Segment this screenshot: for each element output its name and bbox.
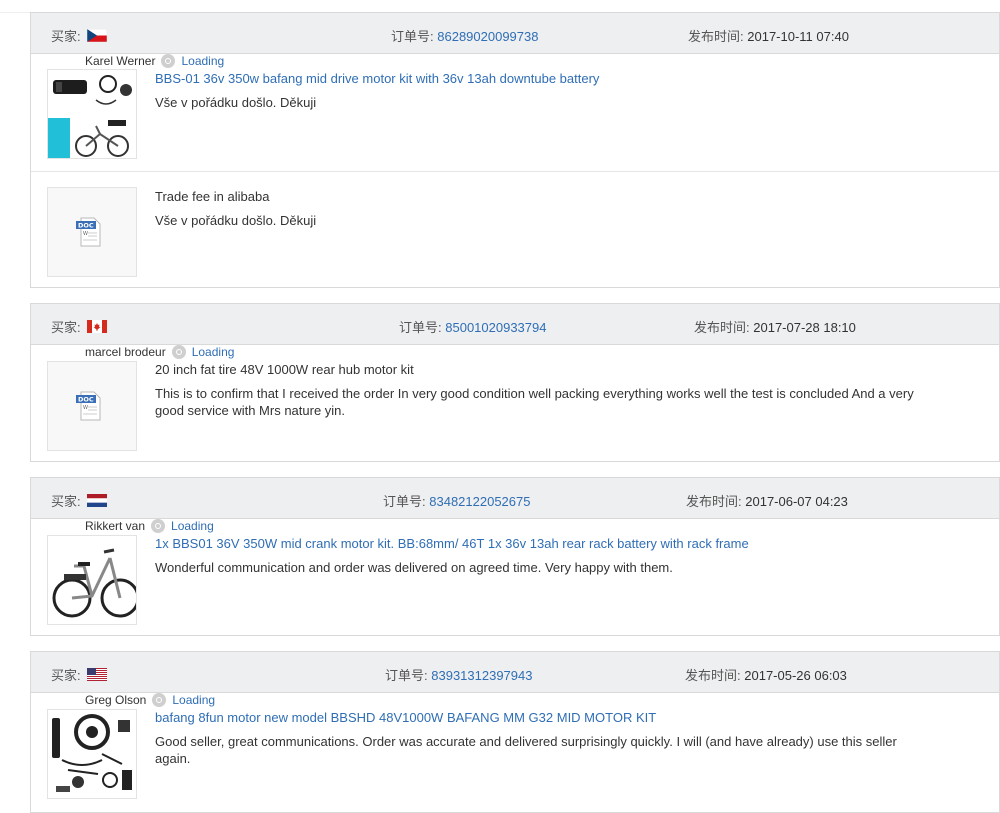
- order-number-link[interactable]: 86289020099738: [437, 29, 538, 44]
- flag-netherlands-icon: [86, 494, 107, 507]
- loading-icon: [151, 519, 166, 533]
- publish-time-label: 发布时间:: [685, 668, 741, 683]
- review-card: 买家: 订单号: 85001020933794 发布时间: 2017-07-28…: [30, 303, 1000, 462]
- doc-icon-label: DOC: [78, 396, 94, 404]
- publish-time-field: 发布时间: 2017-05-26 06:03: [685, 665, 847, 684]
- flag-czech-icon: [86, 28, 107, 43]
- document-thumbnail[interactable]: DOC W: [47, 361, 137, 451]
- buyer-label: 买家:: [51, 668, 81, 683]
- doc-file-icon: DOC W: [76, 391, 101, 421]
- flag-usa-icon: [86, 668, 107, 681]
- publish-time-label: 发布时间:: [694, 320, 750, 335]
- order-number-field: 订单号: 86289020099738: [391, 26, 538, 45]
- reviewer-name: Rikkert van: [85, 519, 146, 533]
- reviewer-name: marcel brodeur: [85, 345, 166, 359]
- review-comment: Vše v pořádku došlo. Děkuji: [155, 95, 317, 110]
- publish-time-label: 发布时间:: [686, 494, 742, 509]
- buyer-label: 买家:: [51, 320, 81, 335]
- loading-link[interactable]: Loading: [192, 345, 235, 359]
- publish-time-field: 发布时间: 2017-10-11 07:40: [688, 26, 849, 45]
- review-item: marcel brodeur Loading DOC W 20 inch fat…: [31, 345, 999, 461]
- order-number-field: 订单号: 85001020933794: [399, 317, 546, 336]
- product-title: 20 inch fat tire 48V 1000W rear hub moto…: [155, 362, 414, 377]
- publish-time-field: 发布时间: 2017-06-07 04:23: [686, 491, 848, 510]
- document-thumbnail[interactable]: DOC W: [47, 187, 137, 277]
- review-header: 买家: 订单号: 83482122052675 发布时间: 2017-06-07…: [31, 478, 999, 519]
- product-thumbnail[interactable]: [47, 535, 137, 625]
- order-number-label: 订单号:: [399, 320, 442, 335]
- flag-canada-icon: [86, 320, 107, 333]
- product-title: Trade fee in alibaba: [155, 189, 270, 204]
- publish-time-field: 发布时间: 2017-07-28 18:10: [694, 317, 856, 336]
- review-item: DOC W Trade fee in alibaba Vše v pořádku…: [31, 171, 999, 287]
- order-number-link[interactable]: 83482122052675: [429, 494, 530, 509]
- reviewer-name: Greg Olson: [85, 693, 147, 707]
- product-thumbnail[interactable]: [47, 709, 137, 799]
- reviewer-info: Greg Olson Loading: [85, 693, 215, 707]
- product-title-link[interactable]: bafang 8fun motor new model BBSHD 48V100…: [155, 710, 656, 725]
- publish-time-value: 2017-07-28 18:10: [753, 320, 856, 335]
- reviewer-info: Karel Werner Loading: [85, 54, 224, 68]
- review-card: 买家: 订单号: 86289020099738 发布时间: 2017-10-11…: [30, 12, 1000, 288]
- reviewer-name: Karel Werner: [85, 54, 156, 68]
- doc-icon-label: DOC: [78, 222, 94, 230]
- svg-text:W: W: [83, 231, 88, 237]
- order-number-field: 订单号: 83931312397943: [385, 665, 532, 684]
- order-number-label: 订单号:: [383, 494, 426, 509]
- loading-link[interactable]: Loading: [172, 693, 215, 707]
- review-header: 买家: 订单号: 85001020933794 发布时间: 2017-07-28…: [31, 304, 999, 345]
- review-header: 买家: 订单号: 86289020099738 发布时间: 2017-10-11…: [31, 13, 999, 54]
- buyer-label: 买家:: [51, 29, 81, 44]
- product-title-link[interactable]: BBS-01 36v 350w bafang mid drive motor k…: [155, 71, 599, 86]
- svg-text:W: W: [83, 405, 88, 411]
- review-item: Rikkert van Loading 1x BBS01 36V 350W mi…: [31, 519, 999, 635]
- review-card: 买家: 订单号: 83931312397943 发布时间: 2017-05-26…: [30, 651, 1000, 813]
- reviewer-info: marcel brodeur Loading: [85, 345, 234, 359]
- product-title-link[interactable]: 1x BBS01 36V 350W mid crank motor kit. B…: [155, 536, 749, 551]
- loading-link[interactable]: Loading: [171, 519, 214, 533]
- buyer-field: 买家:: [51, 665, 107, 684]
- reviewer-info: Rikkert van Loading: [85, 519, 214, 533]
- review-comment: Vše v pořádku došlo. Děkuji: [155, 213, 317, 228]
- review-comment: Good seller, great communications. Order…: [155, 734, 897, 766]
- publish-time-label: 发布时间:: [688, 29, 744, 44]
- review-item: Greg Olson Loading bafang 8fun motor new…: [31, 693, 999, 811]
- doc-file-icon: DOC W: [76, 217, 101, 247]
- buyer-field: 买家:: [51, 491, 107, 510]
- order-number-link[interactable]: 85001020933794: [445, 320, 546, 335]
- loading-icon: [152, 693, 167, 707]
- review-card: 买家: 订单号: 83482122052675 发布时间: 2017-06-07…: [30, 477, 1000, 636]
- publish-time-value: 2017-05-26 06:03: [744, 668, 847, 683]
- review-header: 买家: 订单号: 83931312397943 发布时间: 2017-05-26…: [31, 652, 999, 693]
- buyer-label: 买家:: [51, 494, 81, 509]
- review-item: Karel Werner Loading BBS-01 36v 350w baf…: [31, 54, 999, 171]
- publish-time-value: 2017-10-11 07:40: [747, 29, 849, 44]
- order-number-field: 订单号: 83482122052675: [383, 491, 530, 510]
- review-comment: This is to confirm that I received the o…: [155, 386, 914, 418]
- order-number-label: 订单号:: [385, 668, 428, 683]
- order-number-link[interactable]: 83931312397943: [431, 668, 532, 683]
- publish-time-value: 2017-06-07 04:23: [745, 494, 848, 509]
- product-thumbnail[interactable]: [47, 69, 137, 159]
- loading-link[interactable]: Loading: [181, 54, 224, 68]
- order-number-label: 订单号:: [391, 29, 434, 44]
- loading-icon: [161, 54, 176, 68]
- review-comment: Wonderful communication and order was de…: [155, 560, 673, 575]
- loading-icon: [171, 345, 186, 359]
- buyer-field: 买家:: [51, 317, 107, 336]
- buyer-field: 买家:: [51, 26, 107, 45]
